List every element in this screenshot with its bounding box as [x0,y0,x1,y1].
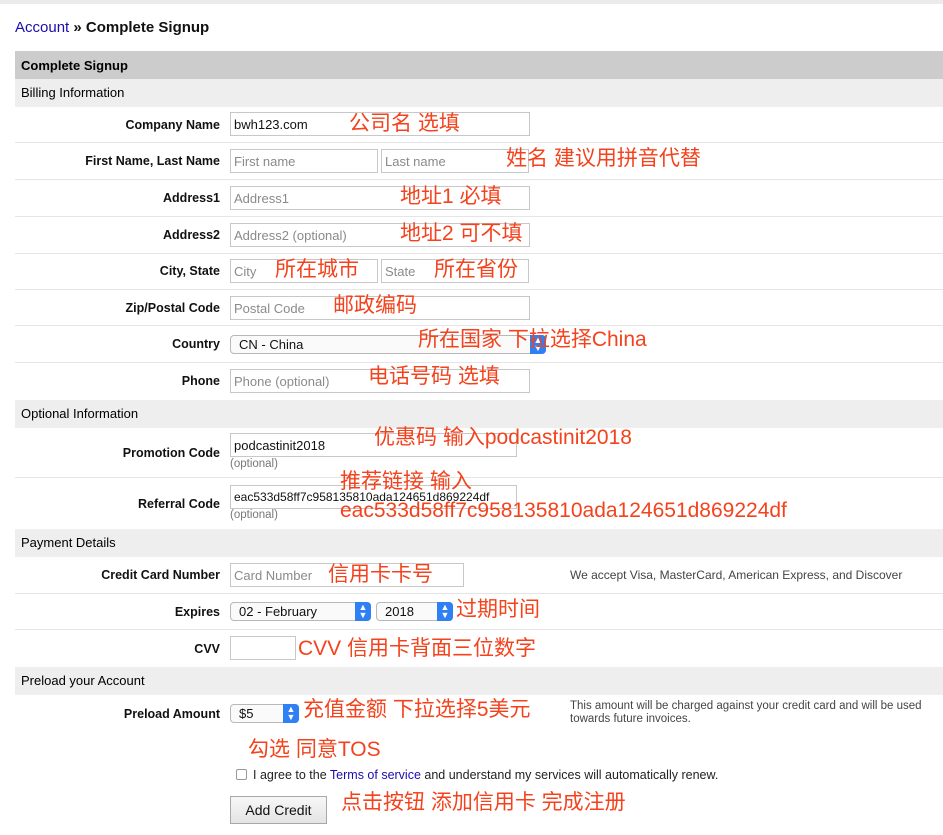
annotation-cvv: CVV 信用卡背面三位数字 [298,637,537,660]
preload-amount-value: $5 [239,706,254,721]
zip-label: Zip/Postal Code [125,301,220,315]
annotation-card: 信用卡卡号 [328,563,433,586]
annotation-referral-2: eac533d58ff7c958135810ada124651d869224df [340,499,787,522]
address2-label: Address2 [163,228,220,242]
row-divider [15,179,943,180]
card-label: Credit Card Number [101,568,220,582]
expires-month-select[interactable]: 02 - February ▲ ▼ [230,602,371,621]
card-accept-note: We accept Visa, MasterCard, American Exp… [570,568,903,582]
row-divider [15,593,943,594]
section-payment: Payment Details [15,529,943,557]
address1-label: Address1 [163,191,220,205]
annotation-country: 所在国家 下拉选择China [418,328,647,351]
company-label: Company Name [125,118,220,132]
chevron-updown-icon: ▲ ▼ [355,602,371,621]
referral-optional-note: (optional) [230,509,278,521]
promo-optional-note: (optional) [230,458,278,470]
annotation-submit: 点击按钮 添加信用卡 完成注册 [341,791,626,814]
annotation-referral-1: 推荐链接 输入 [340,470,472,493]
annotation-expires: 过期时间 [456,598,540,621]
cvv-label: CVV [194,642,220,656]
breadcrumb-current: Complete Signup [85,19,210,36]
terms-of-service-link[interactable]: Terms of service [330,768,421,782]
row-divider [15,216,943,217]
phone-label: Phone [181,374,220,388]
country-selected-value: CN - China [239,337,304,352]
chevron-updown-icon: ▲ ▼ [283,704,299,723]
preload-amount-select[interactable]: $5 ▲ ▼ [230,704,299,723]
breadcrumb: Account » Complete Signup [15,19,209,36]
add-credit-button[interactable]: Add Credit [230,796,327,824]
annotation-phone: 电话号码 选填 [368,365,500,388]
row-divider [15,253,943,254]
tos-agreement: I agree to the Terms of service and unde… [236,768,718,782]
section-optional: Optional Information [15,400,943,428]
breadcrumb-separator: » [73,19,82,36]
country-label: Country [172,337,220,351]
preload-note: This amount will be charged against your… [570,700,922,725]
row-divider [15,325,943,326]
annotation-name: 姓名 建议用拼音代替 [506,147,701,170]
annotation-preload: 充值金额 下拉选择5美元 [303,698,531,721]
annotation-address2: 地址2 可不填 [400,222,523,245]
expires-year-select[interactable]: 2018 ▲ ▼ [376,602,453,621]
city-state-label: City, State [159,264,220,278]
annotation-promo: 优惠码 输入podcastinit2018 [374,426,632,449]
section-billing: Billing Information [15,79,943,107]
chevron-updown-icon: ▲ ▼ [437,602,453,621]
preload-label: Preload Amount [123,707,220,721]
annotation-state: 所在省份 [434,258,518,281]
top-strip [0,0,943,4]
promo-label: Promotion Code [122,446,220,460]
row-divider [15,629,943,630]
row-divider [15,477,943,478]
annotation-city: 所在城市 [275,258,359,281]
row-divider [15,362,943,363]
section-preload: Preload your Account [15,667,943,695]
breadcrumb-account-link[interactable]: Account [15,19,69,36]
tos-prefix: I agree to the [253,768,327,782]
tos-checkbox[interactable] [236,769,247,780]
referral-label: Referral Code [138,497,220,511]
annotation-company: 公司名 选填 [349,112,460,135]
expires-year-value: 2018 [385,604,414,619]
row-divider [15,142,943,143]
name-label: First Name, Last Name [85,154,220,168]
form-title: Complete Signup [15,51,943,79]
tos-suffix: and understand my services will automati… [424,768,719,782]
cvv-input[interactable] [230,636,296,660]
row-divider [15,289,943,290]
annotation-address1: 地址1 必填 [400,185,502,208]
expires-label: Expires [174,605,220,619]
expires-month-value: 02 - February [239,604,318,619]
first-name-input[interactable] [230,149,378,173]
annotation-zip: 邮政编码 [333,294,417,317]
annotation-tos: 勾选 同意TOS [248,738,381,761]
